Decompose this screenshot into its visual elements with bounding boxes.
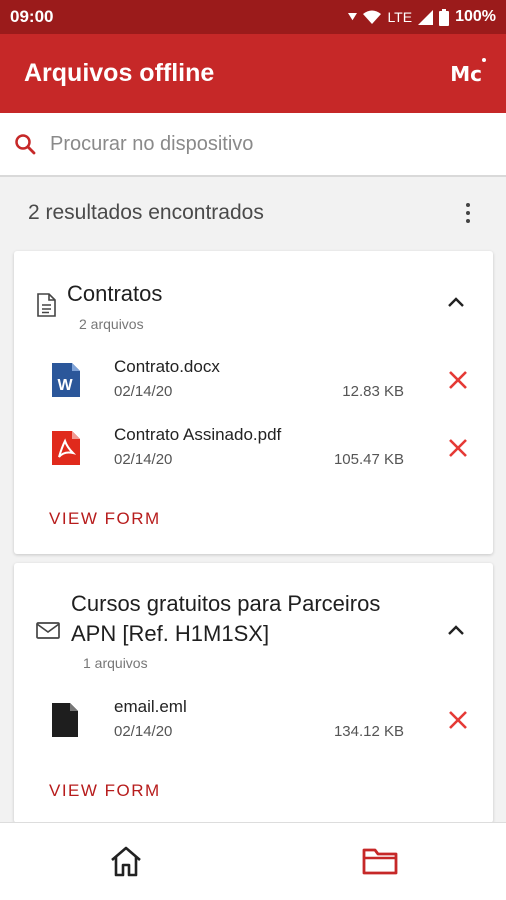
svg-text:W: W [57,377,73,394]
search-icon [15,134,36,155]
group-title-line2: APN [Ref. H1M1SX] [71,621,270,646]
more-options-icon[interactable] [458,203,478,223]
file-row[interactable]: email.eml 02/14/20 134.12 KB [14,693,493,749]
file-date: 02/14/20 [114,383,173,400]
view-form-button[interactable]: VIEW FORM [49,781,161,801]
document-icon [37,293,56,317]
battery-level: 100% [455,8,496,25]
chevron-up-icon[interactable] [447,624,465,636]
group-title: Contratos [67,281,163,306]
status-indicators: LTE 100% [348,8,496,26]
file-size: 134.12 KB [333,723,404,740]
file-date: 02/14/20 [114,451,173,468]
group-title-line1: Cursos gratuitos para Parceiros [71,591,381,616]
home-icon[interactable] [109,845,143,877]
bottom-navigation [0,822,506,900]
status-bar: 09:00 LTE 100% [0,0,506,34]
file-size: 105.47 KB [333,451,404,468]
app-bar: Arquivos offline Mc [0,34,506,113]
view-form-button[interactable]: VIEW FORM [49,509,161,529]
delete-icon[interactable] [445,435,471,461]
delete-icon[interactable] [445,707,471,733]
network-label: LTE [387,9,413,25]
folder-icon[interactable] [362,847,398,875]
file-name: Contrato.docx [114,357,220,376]
file-name: Contrato Assinado.pdf [114,425,282,444]
vibrate-icon [348,12,358,20]
results-header: 2 resultados encontrados [0,180,506,246]
status-time: 09:00 [10,7,54,26]
search-bar[interactable] [0,113,506,177]
battery-icon [439,8,450,26]
pdf-icon [52,431,80,465]
generic-file-icon [52,703,78,737]
signal-icon [418,9,434,25]
group-file-count: 2 arquivos [79,316,144,332]
chevron-up-icon[interactable] [447,296,465,308]
file-row[interactable]: W Contrato.docx 02/14/20 12.83 KB [14,353,493,409]
wifi-icon [363,10,382,24]
file-date: 02/14/20 [114,723,173,740]
page-title: Arquivos offline [24,59,215,87]
app-logo[interactable]: Mc [450,57,486,86]
delete-icon[interactable] [445,367,471,393]
file-row[interactable]: Contrato Assinado.pdf 02/14/20 105.47 KB [14,421,493,477]
group-file-count: 1 arquivos [83,655,148,671]
results-count: 2 resultados encontrados [28,201,264,224]
group-card-email: Cursos gratuitos para Parceiros APN [Ref… [14,563,493,823]
word-icon: W [52,363,80,397]
search-input[interactable] [50,132,492,156]
envelope-icon [36,622,60,639]
file-size: 12.83 KB [342,383,404,400]
group-card-contratos: Contratos 2 arquivos W Contrato.docx 02/… [14,251,493,554]
file-name: email.eml [114,697,187,716]
